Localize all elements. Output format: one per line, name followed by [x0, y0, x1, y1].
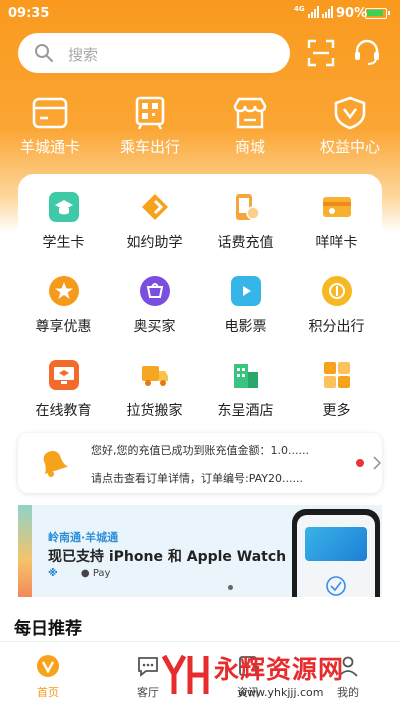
battery-percent: 90%	[336, 6, 368, 21]
search-placeholder: 搜索	[68, 46, 99, 64]
daily-recommendation-title: 每日推荐	[14, 619, 82, 639]
grid-item-shopping[interactable]: 奥买家	[109, 276, 200, 336]
signal-icon	[308, 6, 319, 18]
status-time: 09:35	[8, 6, 50, 21]
grid-item-vip-discount[interactable]: 尊享优惠	[18, 276, 109, 336]
grid-label: 积分出行	[308, 319, 365, 335]
grid-label: 如约助学	[126, 235, 183, 251]
signal-icon-2	[322, 6, 333, 18]
grid-label: 更多	[322, 403, 351, 419]
grid-item-movie-ticket[interactable]: 电影票	[200, 276, 291, 336]
status-bar: 09:35 4G 90%	[0, 0, 400, 28]
banner-logos: ※ ● Pay	[48, 568, 110, 579]
grid-item-online-education[interactable]: 在线教育	[18, 360, 109, 420]
hotel-icon	[231, 360, 261, 390]
entry-benefits-center[interactable]: 权益中心	[310, 96, 390, 157]
watermark-logo-icon	[161, 654, 209, 694]
transit-icon	[135, 96, 165, 130]
lingnan-logo-icon: ※	[48, 568, 58, 579]
grid-label: 奥买家	[133, 319, 176, 335]
unread-dot	[356, 459, 364, 467]
shop-icon	[233, 97, 267, 129]
shopping-icon	[139, 276, 170, 306]
grid-item-moving-truck[interactable]: 拉货搬家	[109, 360, 200, 420]
grid-item-phone-recharge[interactable]: 话费充值	[200, 192, 291, 252]
grid-item-hotel[interactable]: 东呈酒店	[200, 360, 291, 420]
grid-item-mie-card[interactable]: 咩咩卡	[291, 192, 382, 252]
grid-item-student-card[interactable]: 学生卡	[18, 192, 109, 252]
apple-pay-text: Pay	[92, 568, 111, 579]
chevron-right-icon	[373, 456, 382, 470]
promo-banner[interactable]: 岭南通·羊城通 现已支持 iPhone 和 Apple Watch ※ ● Pa…	[18, 505, 382, 597]
battery-icon	[365, 8, 390, 19]
movie-ticket-icon	[230, 276, 261, 306]
points-travel-icon	[321, 276, 352, 306]
phone-illustration	[292, 509, 380, 597]
more-icon	[322, 360, 352, 390]
entry-transit[interactable]: 乘车出行	[110, 96, 190, 157]
scan-icon[interactable]	[306, 38, 336, 68]
grid-label: 话费充值	[217, 235, 274, 251]
service-grid: 学生卡 如约助学 话费充值 咩咩卡 尊享优惠 奥买家 电影票 积分出行 在线教育…	[18, 174, 382, 426]
watermark-url: www.yhkjjj.com	[238, 686, 324, 699]
grid-label: 拉货搬家	[126, 403, 183, 419]
grid-label: 东呈酒店	[217, 403, 274, 419]
moving-truck-icon	[140, 360, 170, 390]
carousel-indicator	[228, 585, 233, 590]
home-icon	[36, 654, 60, 678]
tab-label: 首页	[37, 686, 59, 699]
banner-art-strip	[18, 505, 32, 597]
network-type: 4G	[294, 5, 305, 13]
search-icon	[35, 44, 53, 62]
watermark: 永辉资源网 www.yhkjjj.com	[160, 650, 382, 708]
search-bar[interactable]: 搜索	[18, 33, 290, 73]
entry-label: 羊城通卡	[19, 138, 80, 156]
grid-label: 尊享优惠	[35, 319, 92, 335]
chat-icon	[136, 654, 160, 678]
grid-item-more[interactable]: 更多	[291, 360, 382, 420]
grid-label: 学生卡	[42, 235, 85, 251]
entry-label: 权益中心	[319, 138, 380, 156]
card-icon	[32, 97, 68, 129]
apple-pay-logo: ● Pay	[81, 568, 111, 579]
entry-yangchengtong-card[interactable]: 羊城通卡	[10, 96, 90, 157]
study-aid-icon	[140, 192, 170, 222]
bell-icon	[43, 451, 68, 477]
notice-line-1: 您好,您的充值已成功到账充值金额：1.0......	[91, 444, 309, 457]
checkmark-icon	[326, 576, 346, 596]
grid-item-points-travel[interactable]: 积分出行	[291, 276, 382, 336]
entry-label: 乘车出行	[119, 138, 180, 156]
grid-label: 咩咩卡	[315, 235, 358, 251]
mie-card-icon	[322, 192, 352, 222]
grid-item-study-aid[interactable]: 如约助学	[109, 192, 200, 252]
banner-subtitle: 岭南通·羊城通	[48, 531, 119, 544]
banner-title: 现已支持 iPhone 和 Apple Watch	[48, 549, 287, 565]
watermark-text: 永辉资源网	[214, 655, 345, 684]
grid-label: 电影票	[224, 319, 267, 335]
shield-icon	[334, 96, 366, 130]
entry-label: 商城	[234, 138, 265, 156]
grid-label: 在线教育	[35, 403, 92, 419]
entry-shop[interactable]: 商城	[210, 96, 290, 157]
phone-recharge-icon	[231, 192, 261, 222]
online-education-icon	[48, 360, 79, 390]
vip-discount-icon	[48, 276, 79, 306]
notice-line-2: 请点击查看订单详情，订单编号:PAY20......	[91, 472, 304, 485]
student-card-icon	[48, 192, 79, 222]
recharge-notice[interactable]: 您好,您的充值已成功到账充值金额：1.0...... 请点击查看订单详情，订单编…	[18, 433, 382, 493]
customer-service-icon[interactable]	[352, 37, 382, 67]
tab-home[interactable]: 首页	[13, 654, 83, 700]
apple-icon: ●	[80, 568, 90, 579]
transit-card-illustration	[305, 527, 367, 561]
